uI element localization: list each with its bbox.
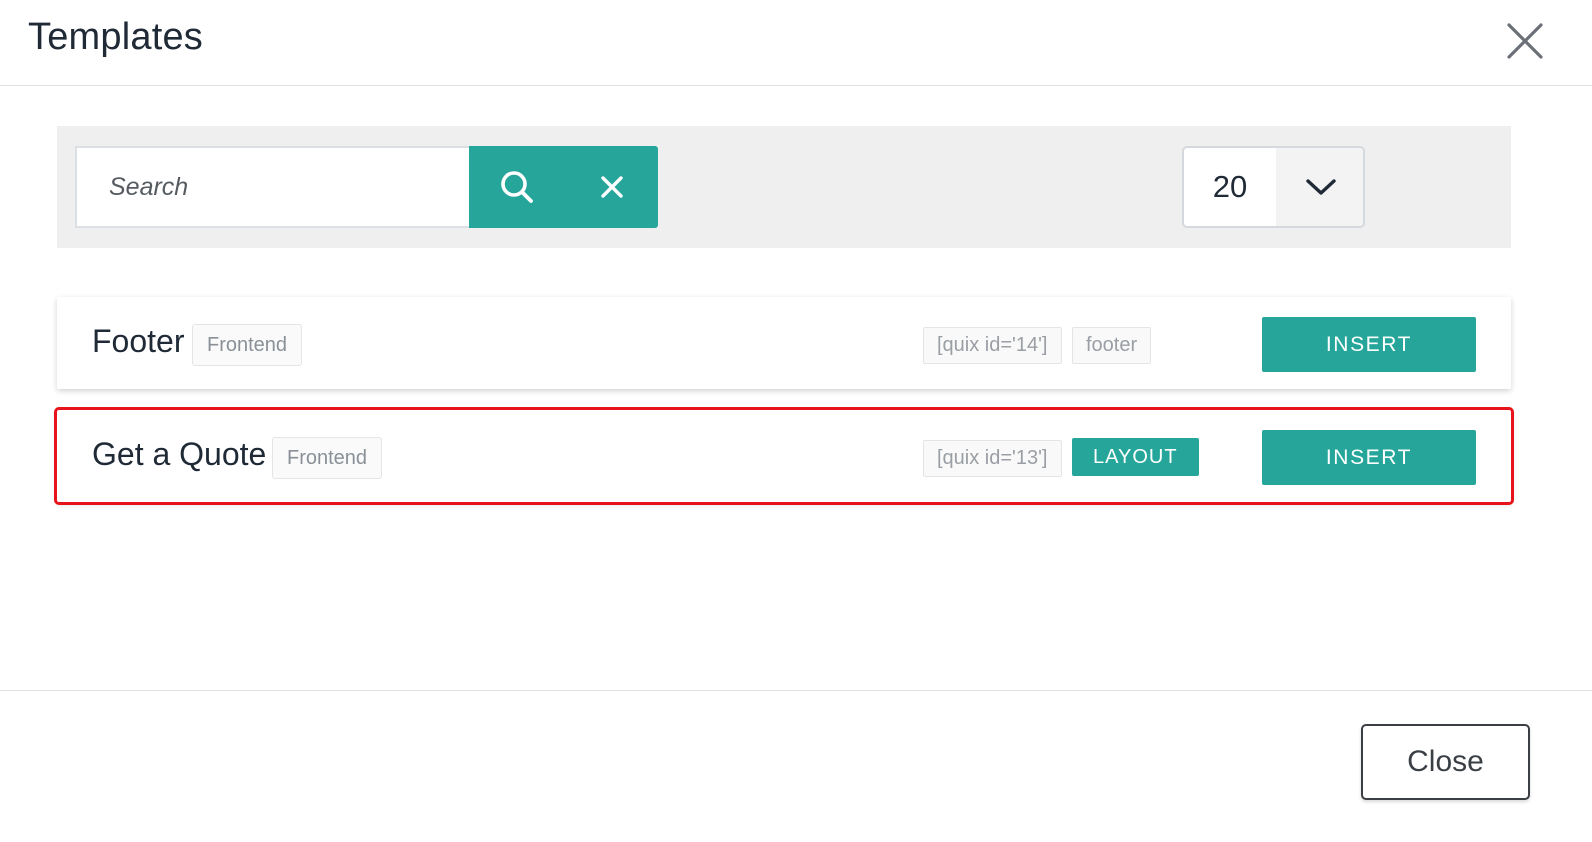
search-toolbar: 20 — [57, 126, 1511, 248]
modal-footer: Close — [0, 690, 1592, 842]
insert-button[interactable]: INSERT — [1262, 430, 1476, 485]
template-name: Get a Quote — [92, 436, 267, 472]
close-icon-svg — [1507, 23, 1543, 59]
insert-button[interactable]: INSERT — [1262, 317, 1476, 372]
clear-search-button[interactable] — [565, 146, 658, 228]
page-size-value: 20 — [1212, 169, 1248, 204]
template-shortcode: [quix id='14'] — [923, 327, 1062, 364]
layout-badge: LAYOUT — [1072, 438, 1199, 476]
close-icon[interactable] — [1504, 20, 1546, 62]
template-label: footer — [1072, 327, 1152, 364]
template-row-footer: Footer Frontend [quix id='14'] footer IN… — [57, 297, 1511, 389]
page-size-select[interactable]: 20 — [1182, 146, 1365, 228]
search-button[interactable] — [469, 146, 565, 228]
modal-header: Templates — [0, 0, 1592, 86]
search-icon — [501, 171, 533, 203]
template-shortcode: [quix id='13'] — [923, 440, 1062, 477]
close-button[interactable]: Close — [1361, 724, 1530, 800]
template-type-tag: Frontend — [192, 324, 303, 366]
modal-title: Templates — [28, 16, 203, 58]
template-row-get-a-quote: Get a Quote Frontend [quix id='13'] LAYO… — [54, 407, 1514, 505]
template-type-tag: Frontend — [272, 437, 383, 479]
search-input[interactable] — [75, 146, 469, 228]
template-name: Footer — [92, 323, 185, 359]
chevron-down-icon — [1305, 179, 1336, 195]
close-icon — [600, 176, 623, 198]
page-size-toggle[interactable] — [1276, 148, 1363, 226]
